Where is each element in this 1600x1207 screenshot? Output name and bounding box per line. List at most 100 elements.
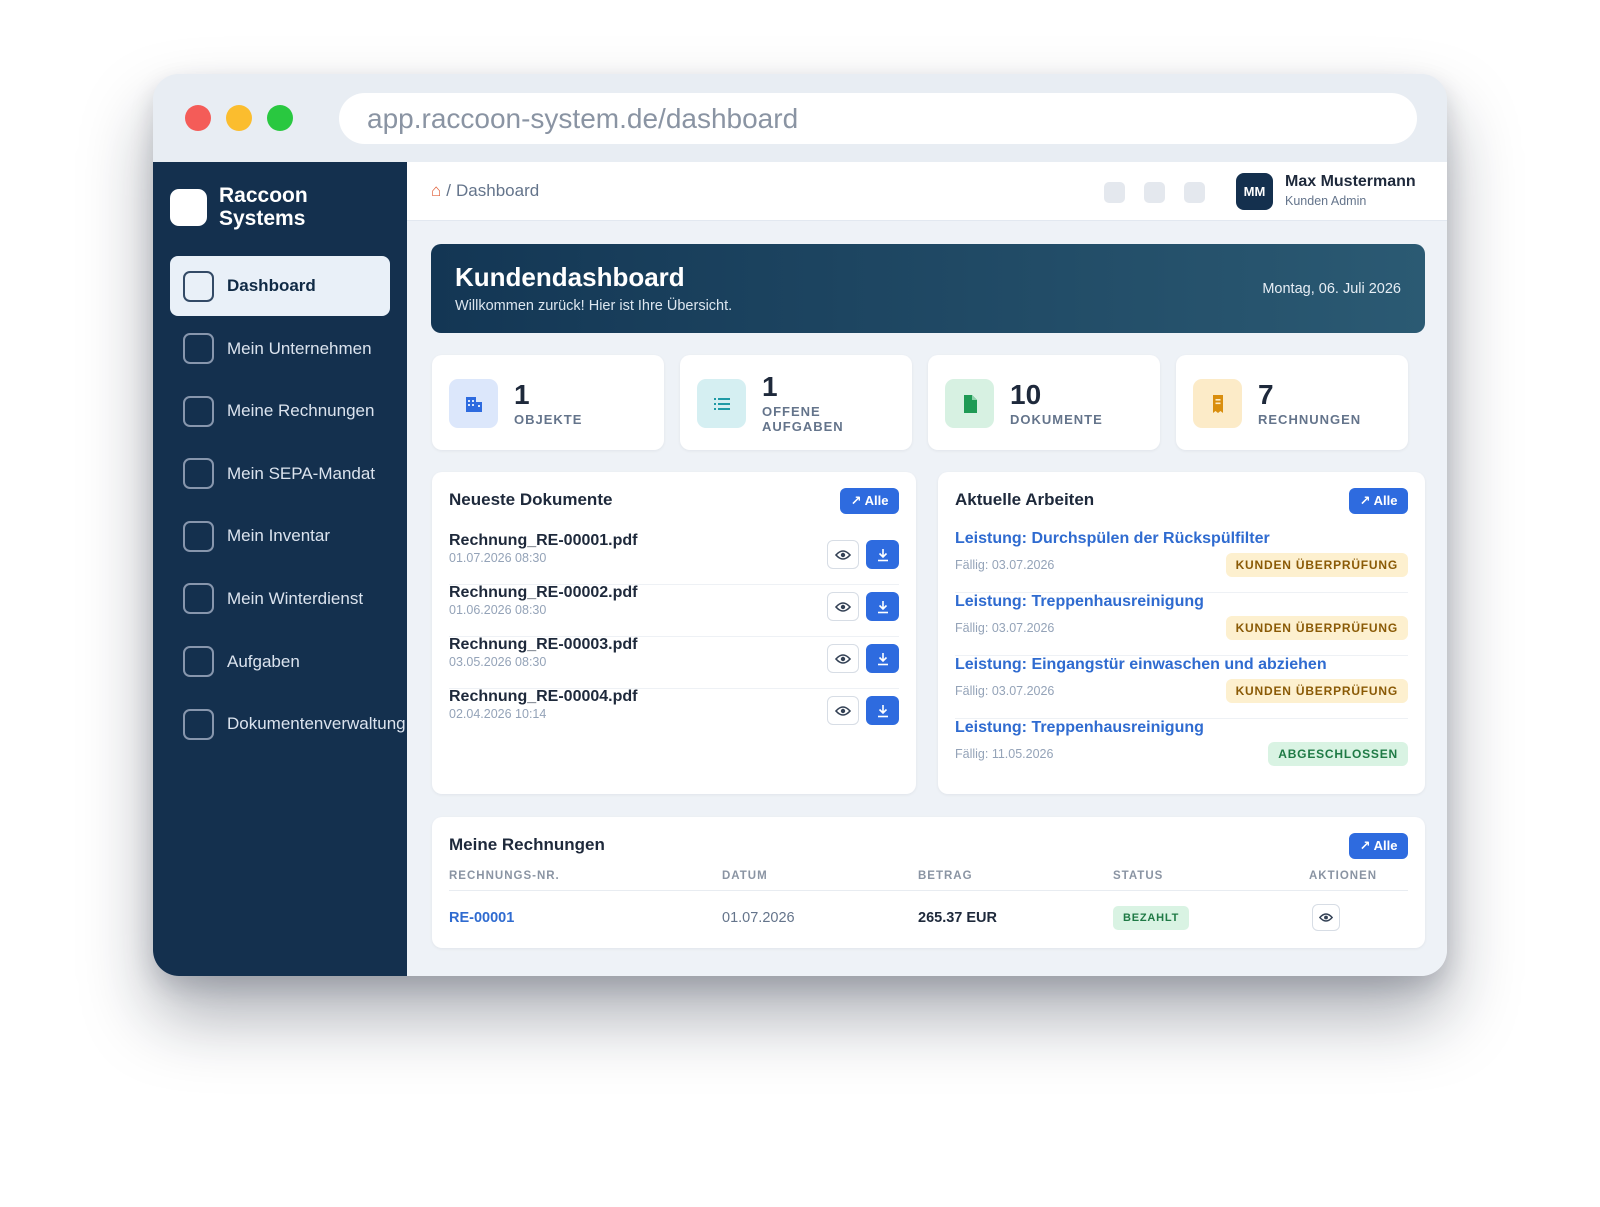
document-name[interactable]: Rechnung_RE-00002.pdf: [449, 584, 637, 602]
work-all-button[interactable]: ↗ Alle: [1349, 488, 1408, 514]
stat-label: DOKUMENTE: [1010, 412, 1103, 427]
download-icon: [877, 704, 888, 717]
work-due-date: Fällig: 03.07.2026: [955, 621, 1055, 635]
list-item: Leistung: Treppenhausreinigung Fällig: 0…: [955, 593, 1408, 656]
work-title[interactable]: Leistung: Durchspülen der Rückspülfilter: [955, 530, 1270, 548]
list-item: Leistung: Durchspülen der Rückspülfilter…: [955, 530, 1408, 593]
documents-icon: [183, 708, 214, 740]
eye-icon: [1319, 913, 1333, 922]
invoice-date: 01.07.2026: [722, 910, 795, 926]
document-name[interactable]: Rechnung_RE-00004.pdf: [449, 688, 637, 706]
download-document-button[interactable]: [866, 592, 899, 621]
column-header-actions: AKTIONEN: [1309, 870, 1378, 882]
sidebar-item-dokumentenverwaltung[interactable]: Dokumentenverwaltung: [170, 694, 406, 754]
document-date: 03.05.2026 08:30: [449, 655, 547, 669]
work-due-date: Fällig: 03.07.2026: [955, 558, 1055, 572]
stat-value: 1: [514, 379, 530, 410]
sidebar-item-aufgaben[interactable]: Aufgaben: [170, 632, 390, 692]
view-document-button[interactable]: [827, 540, 859, 569]
work-title[interactable]: Leistung: Eingangstür einwaschen und abz…: [955, 656, 1327, 674]
sidebar-item-label: Dokumentenverwaltung: [227, 714, 406, 734]
list-item: Rechnung_RE-00001.pdf 01.07.2026 08:30: [449, 532, 899, 585]
stat-label: RECHNUNGEN: [1258, 412, 1362, 427]
home-icon[interactable]: ⌂: [431, 181, 441, 201]
status-badge: KUNDEN ÜBERPRÜFUNG: [1225, 553, 1408, 577]
list-icon: [697, 379, 746, 428]
view-invoice-button[interactable]: [1312, 904, 1340, 931]
download-icon: [877, 652, 888, 665]
welcome-banner: Kundendashboard Willkommen zurück! Hier …: [431, 244, 1425, 333]
stat-card-offene-aufgaben[interactable]: 1 OFFENE AUFGABEN: [680, 355, 912, 450]
page-title: Kundendashboard: [455, 262, 685, 292]
stat-card-rechnungen[interactable]: 7 RECHNUNGEN: [1176, 355, 1408, 450]
work-due-date: Fällig: 11.05.2026: [955, 747, 1054, 761]
brand-logo: [170, 188, 207, 226]
card-title: Meine Rechnungen: [449, 835, 605, 854]
download-document-button[interactable]: [866, 696, 899, 725]
stat-card-dokumente[interactable]: 10 DOKUMENTE: [928, 355, 1160, 450]
sidebar-item-mein-unternehmen[interactable]: Mein Unternehmen: [170, 319, 390, 379]
stat-label: OBJEKTE: [514, 412, 583, 427]
stat-label: OFFENE AUFGABEN: [762, 404, 844, 434]
view-document-button[interactable]: [827, 644, 859, 673]
work-title[interactable]: Leistung: Treppenhausreinigung: [955, 719, 1204, 737]
invoices-all-button[interactable]: ↗ Alle: [1349, 833, 1408, 859]
brand[interactable]: Raccoon Systems: [170, 184, 339, 230]
stat-value: 7: [1258, 379, 1274, 410]
invoice-amount: 265.37 EUR: [918, 910, 997, 926]
welcome-subtitle: Willkommen zurück! Hier ist Ihre Übersic…: [455, 298, 733, 314]
sidebar-item-label: Meine Rechnungen: [227, 401, 375, 421]
current-work-card: Aktuelle Arbeiten ↗ Alle Leistung: Durch…: [938, 472, 1425, 794]
sidebar-item-dashboard[interactable]: Dashboard: [170, 256, 390, 316]
documents-all-button[interactable]: ↗ Alle: [840, 488, 899, 514]
list-item: Rechnung_RE-00003.pdf 03.05.2026 08:30: [449, 636, 899, 689]
recent-documents-card: Neueste Dokumente ↗ Alle Rechnung_RE-000…: [432, 472, 916, 794]
minimize-window-button[interactable]: [226, 105, 252, 131]
document-icon: [945, 379, 994, 428]
notifications-icon[interactable]: [1104, 182, 1125, 203]
address-bar[interactable]: app.raccoon-system.de/dashboard: [339, 93, 1417, 144]
sidebar-item-label: Mein SEPA-Mandat: [227, 463, 376, 483]
sidebar-item-label: Mein Winterdienst: [227, 588, 364, 608]
company-icon: [183, 333, 214, 365]
eye-icon: [835, 653, 851, 664]
download-document-button[interactable]: [866, 540, 899, 569]
maximize-window-button[interactable]: [267, 105, 293, 131]
settings-icon[interactable]: [1184, 182, 1205, 203]
status-badge: KUNDEN ÜBERPRÜFUNG: [1225, 679, 1408, 703]
invoice-number-link[interactable]: RE-00001: [449, 910, 514, 926]
stat-value: 1: [762, 371, 778, 402]
main-content: ⌂ / Dashboard MM Max Mustermann Kunden A…: [407, 162, 1447, 976]
sidebar-item-label: Mein Unternehmen: [227, 338, 372, 358]
top-bar: ⌂ / Dashboard MM Max Mustermann Kunden A…: [407, 162, 1447, 221]
sidebar-item-mein-inventar[interactable]: Mein Inventar: [170, 506, 390, 566]
sidebar-item-label: Mein Inventar: [227, 526, 330, 546]
user-name[interactable]: Max Mustermann: [1285, 173, 1416, 191]
list-item: Leistung: Treppenhausreinigung Fällig: 1…: [955, 719, 1408, 782]
receipt-icon: [1193, 379, 1242, 428]
messages-icon[interactable]: [1144, 182, 1165, 203]
download-document-button[interactable]: [866, 644, 899, 673]
invoice-icon: [183, 395, 214, 427]
document-name[interactable]: Rechnung_RE-00001.pdf: [449, 532, 637, 550]
card-title: Aktuelle Arbeiten: [955, 490, 1095, 509]
stat-value: 10: [1010, 379, 1042, 410]
work-title[interactable]: Leistung: Treppenhausreinigung: [955, 593, 1204, 611]
snow-icon: [183, 583, 214, 615]
close-window-button[interactable]: [185, 105, 211, 131]
sidebar-item-meine-rechnungen[interactable]: Meine Rechnungen: [170, 381, 390, 441]
sepa-icon: [183, 458, 214, 490]
sidebar-item-mein-winterdienst[interactable]: Mein Winterdienst: [170, 569, 390, 629]
avatar[interactable]: MM: [1236, 173, 1273, 210]
stat-card-objekte[interactable]: 1 OBJEKTE: [432, 355, 664, 450]
view-document-button[interactable]: [827, 696, 859, 725]
list-item: Rechnung_RE-00004.pdf 02.04.2026 10:14: [449, 688, 899, 741]
inventory-icon: [183, 520, 214, 552]
sidebar-item-sepa-mandat[interactable]: Mein SEPA-Mandat: [170, 444, 390, 504]
sidebar: Raccoon Systems Dashboard Mein Unternehm…: [153, 162, 407, 976]
building-icon: [449, 379, 498, 428]
document-name[interactable]: Rechnung_RE-00003.pdf: [449, 636, 637, 654]
list-item: Rechnung_RE-00002.pdf 01.06.2026 08:30: [449, 584, 899, 637]
column-header-date: DATUM: [722, 870, 768, 882]
view-document-button[interactable]: [827, 592, 859, 621]
